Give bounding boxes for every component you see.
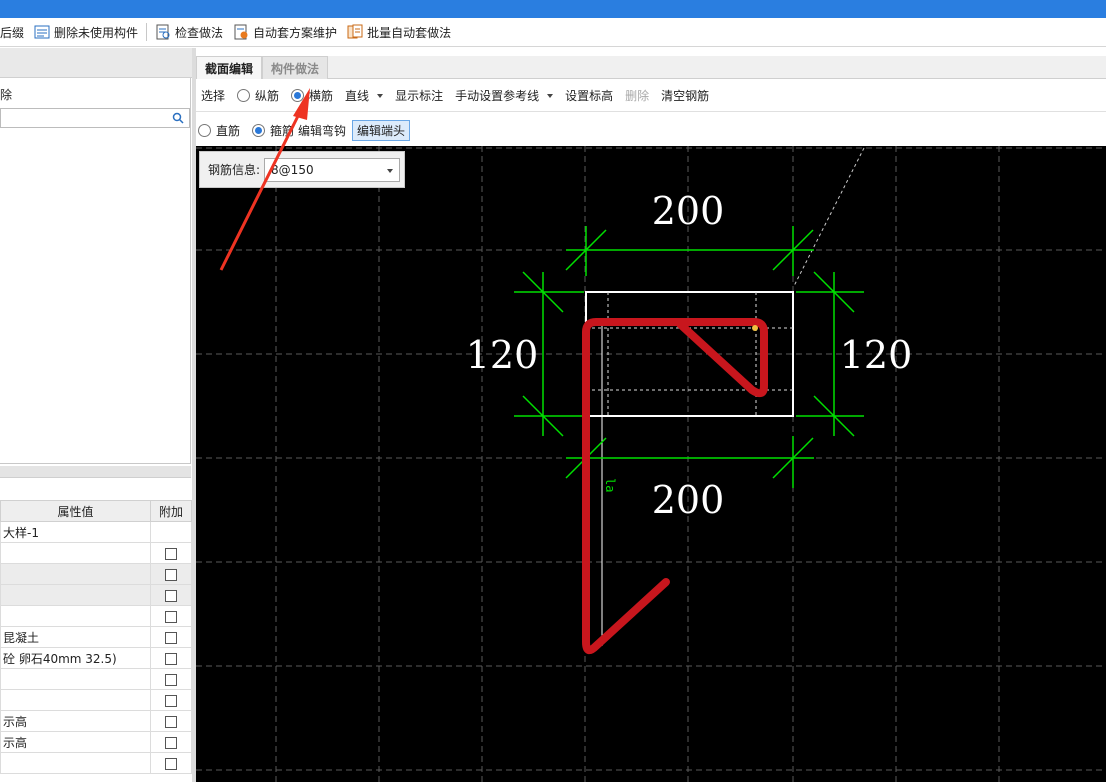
section-drawing-canvas[interactable]: 200 200 120 120 la [196,146,1106,782]
batch-auto-icon [347,24,363,40]
component-list-panel: 除 [0,78,191,464]
property-value-header: 属性值 [0,500,151,522]
drawing-toolbar: 选择 纵筋 横筋 直线 显示标注 手动设置参考线 设置标高 删除 清空钢筋 [196,80,1106,112]
grid-lines [196,146,1106,782]
table-row [0,668,192,690]
panel-splitter[interactable] [0,466,191,478]
property-value[interactable] [0,542,151,564]
extra-checkbox[interactable] [165,757,177,770]
auto-scheme-icon [233,24,249,40]
table-row: 砼 卵石40mm 32.5) [0,647,192,669]
table-row [0,584,192,606]
auto-scheme-button[interactable]: 自动套方案维护 [228,21,342,43]
extra-checkbox[interactable] [165,568,177,581]
anchor-length-label: la [603,478,617,492]
radio-icon [198,123,211,137]
rebar-info-label: 钢筋信息: [208,163,261,177]
property-value[interactable]: 示高 [0,731,151,753]
extra-checkbox[interactable] [165,547,177,560]
chevron-down-icon [377,93,384,98]
table-row: 示高 [0,731,192,753]
delete-unused-button[interactable]: 删除未使用构件 [29,21,143,43]
rebar-info-panel: 钢筋信息: 8@150 [199,151,405,188]
clear-rebar-button[interactable]: 清空钢筋 [661,87,709,104]
property-table: 属性值 附加 大样-1 昆凝土 砼 卵石40mm 32.5) 示高 示高 [0,500,192,774]
check-method-icon [155,24,171,40]
table-row [0,689,192,711]
main-toolbar: 后缀 删除未使用构件 检查做法 自动套方案维护 批量自动套做法 [0,18,1106,47]
transverse-rebar-radio[interactable]: 横筋 [291,87,333,104]
delete-rebar-button[interactable]: 删除 [625,87,649,104]
search-input[interactable] [0,108,190,128]
table-row: 示高 [0,710,192,732]
extra-checkbox[interactable] [165,610,177,623]
rebar-endpoint[interactable] [752,325,758,331]
longitudinal-rebar-radio[interactable]: 纵筋 [237,87,279,104]
straight-rebar-radio[interactable]: 直筋 [198,122,240,139]
tab-component-method[interactable]: 构件做法 [262,56,329,79]
table-row [0,605,192,627]
extra-checkbox[interactable] [165,715,177,728]
toolbar-separator [146,23,148,41]
select-button[interactable]: 选择 [201,87,225,104]
property-value[interactable] [0,752,151,774]
rebar-info-select[interactable]: 8@150 [264,157,401,182]
table-row: 昆凝土 [0,626,192,648]
table-row: 大样-1 [0,521,192,543]
title-bar [0,0,1106,18]
editor-tabs: 截面编辑 构件做法 [196,56,1106,79]
batch-auto-button[interactable]: 批量自动套做法 [342,21,456,43]
sub-toolbar: 直筋 箍筋 编辑弯钩 编辑端头 [196,115,1106,145]
dimension-top-label[interactable]: 200 [652,189,725,233]
chevron-down-icon [387,168,394,173]
property-value[interactable]: 昆凝土 [0,626,151,648]
edit-hook-button[interactable]: 编辑弯钩 [298,122,346,139]
line-mode-dropdown[interactable]: 直线 [345,87,384,104]
check-method-button[interactable]: 检查做法 [150,21,228,43]
property-value[interactable]: 砼 卵石40mm 32.5) [0,647,151,669]
drawing-svg[interactable]: 200 200 120 120 la [196,146,1106,782]
radio-selected-icon [291,89,305,102]
table-row [0,563,192,585]
property-value[interactable]: 大样-1 [0,521,151,543]
reference-line [793,147,865,287]
property-value[interactable]: 示高 [0,710,151,732]
table-row [0,752,192,774]
delete-button[interactable]: 除 [0,86,12,103]
property-value[interactable] [0,563,151,585]
dimension-lines [514,226,864,488]
radio-selected-icon [252,123,266,137]
chevron-down-icon [547,93,554,98]
search-icon[interactable] [171,111,185,125]
table-row [0,542,192,564]
extra-checkbox[interactable] [165,652,177,665]
tab-section-edit[interactable]: 截面编辑 [196,56,263,79]
property-value[interactable] [0,584,151,606]
property-value[interactable] [0,668,151,690]
dimension-bottom-label[interactable]: 200 [652,478,725,522]
property-value[interactable] [0,605,151,627]
manual-reference-dropdown[interactable]: 手动设置参考线 [455,87,554,104]
extra-checkbox[interactable] [165,589,177,602]
radio-icon [237,89,251,102]
show-dimension-button[interactable]: 显示标注 [395,87,443,104]
suffix-button[interactable]: 后缀 [0,21,29,43]
stirrup-radio[interactable]: 箍筋 [252,122,294,139]
delete-unused-icon [34,24,50,40]
property-value[interactable] [0,689,151,711]
dimension-right-label[interactable]: 120 [840,333,913,377]
extra-checkbox[interactable] [165,673,177,686]
dimension-left-label[interactable]: 120 [466,333,539,377]
extra-checkbox[interactable] [165,694,177,707]
property-extra-header: 附加 [150,500,192,522]
extra-checkbox[interactable] [165,631,177,644]
extra-checkbox[interactable] [165,736,177,749]
edit-end-button[interactable]: 编辑端头 [352,119,411,141]
set-elevation-button[interactable]: 设置标高 [565,87,613,104]
left-panel-header [0,48,193,78]
